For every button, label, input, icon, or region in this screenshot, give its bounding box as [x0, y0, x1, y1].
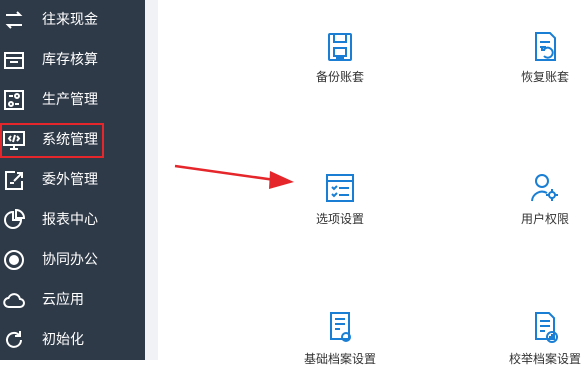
sidebar-item-label: 云应用 [42, 292, 84, 308]
archive-settings-icon [324, 310, 356, 346]
basic-archive-settings-tool[interactable]: 基础档案设置 [280, 306, 400, 376]
sidebar-item-label: 生产管理 [42, 92, 98, 108]
tool-label: 基础档案设置 [303, 352, 376, 366]
user-settings-icon [529, 170, 561, 206]
sidebar-item-office[interactable]: 协同办公 [0, 240, 145, 280]
exchange-icon [2, 8, 26, 32]
document-add-icon [529, 310, 561, 346]
tool-label: 校举档案设置 [508, 352, 581, 366]
user-permissions-tool[interactable]: 用户权限 [485, 166, 585, 236]
backup-icon [324, 28, 356, 64]
tool-label: 备份账套 [315, 70, 364, 84]
sidebar-item-cloud[interactable]: 云应用 [0, 280, 145, 320]
sidebar-divider [145, 0, 158, 360]
cloud-icon [2, 288, 26, 312]
backup-account-tool[interactable]: 备份账套 [280, 24, 400, 94]
tool-label: 恢复账套 [520, 70, 569, 84]
sidebar-item-label: 初始化 [42, 332, 84, 348]
sidebar-item-label: 委外管理 [42, 172, 98, 188]
sidebar-item-label: 往来现金 [42, 12, 98, 28]
refresh-icon [2, 328, 26, 352]
sidebar-item-init[interactable]: 初始化 [0, 320, 145, 360]
restore-icon [529, 28, 561, 64]
options-settings-tool[interactable]: 选项设置 [280, 166, 400, 236]
sidebar-item-label: 报表中心 [42, 212, 98, 228]
sidebar-item-production[interactable]: 生产管理 [0, 80, 145, 120]
sidebar-item-label: 协同办公 [42, 252, 98, 268]
sidebar-item-label: 库存核算 [42, 52, 98, 68]
sidebar: 往来现金 库存核算 生产管理 系统管理 委外管理 报表中心 协同办公 云应用 初… [0, 0, 145, 360]
inventory-icon [2, 48, 26, 72]
restore-account-tool[interactable]: 恢复账套 [485, 24, 585, 94]
options-icon [324, 170, 356, 206]
sidebar-item-outsource[interactable]: 委外管理 [0, 160, 145, 200]
sidebar-item-reports[interactable]: 报表中心 [0, 200, 145, 240]
target-icon [2, 248, 26, 272]
sidebar-item-exchange[interactable]: 往来现金 [0, 0, 145, 40]
tool-label: 用户权限 [520, 212, 569, 226]
enum-archive-settings-tool[interactable]: 校举档案设置 [485, 306, 585, 376]
tool-label: 选项设置 [315, 212, 364, 226]
sidebar-item-inventory[interactable]: 库存核算 [0, 40, 145, 80]
production-icon [2, 88, 26, 112]
pie-chart-icon [2, 208, 26, 232]
highlight-box [0, 123, 104, 158]
outsource-icon [2, 168, 26, 192]
